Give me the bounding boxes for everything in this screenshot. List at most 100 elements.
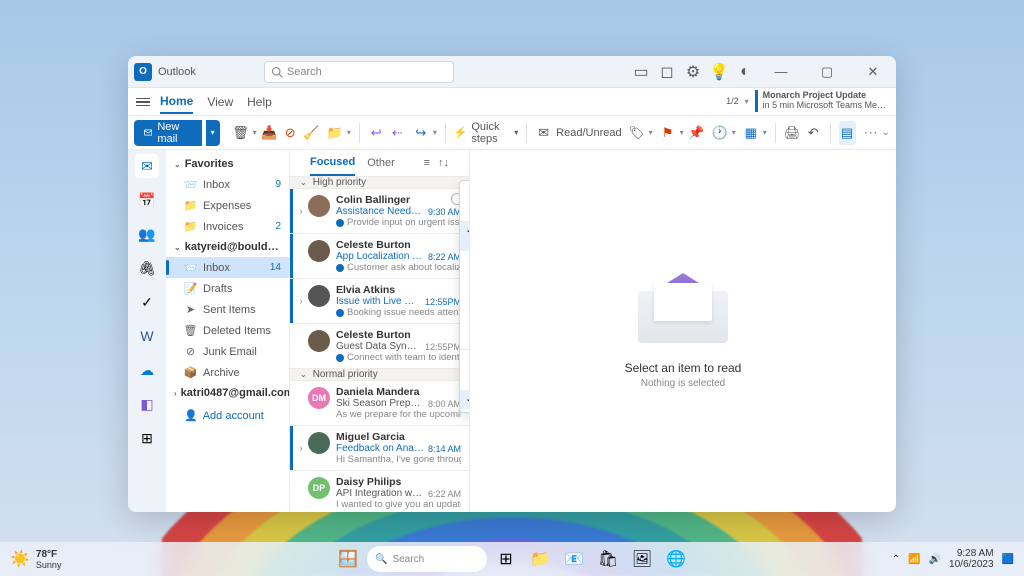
email-item[interactable]: Celeste BurtonGuest Data Sync Delay12:55… [290,324,469,369]
expand-chevron-icon[interactable]: › [296,284,306,318]
collapse-ribbon-icon[interactable]: ⌄ [882,127,890,138]
tab-focused[interactable]: Focused [310,150,355,176]
more-options-icon[interactable]: ⋯ [864,124,878,141]
pin-icon[interactable]: 📌 [688,121,705,145]
email-item[interactable]: DMDaniela ManderaSki Season Preparation8… [290,381,469,426]
hamburger-menu-icon[interactable] [136,96,150,108]
filter-icon[interactable]: ≡ [424,157,430,169]
forward-icon[interactable]: ↪ [410,121,432,145]
snooze-icon[interactable]: 🕐 [709,121,731,145]
taskbar-search[interactable]: 🔍 Search [367,546,487,572]
chevron-down-icon[interactable]: ▾ [763,128,767,137]
dropdown-item[interactable]: Importance [460,308,470,327]
nav-item-archive[interactable]: 📦Archive [166,362,289,383]
nav-item-drafts[interactable]: 📝Drafts [166,278,289,299]
sort-icon[interactable]: ↑↓ [438,157,449,169]
upcoming-event[interactable]: 1/2 ▾ Monarch Project Update in 5 min Mi… [726,90,886,112]
maximize-button[interactable]: ▢ [810,56,844,88]
tray-volume-icon[interactable]: 🔊 [929,554,941,565]
rail-word-icon[interactable]: W [135,324,159,348]
print-icon[interactable]: 🖨 [784,121,801,145]
dropdown-item[interactable]: Size [460,289,470,308]
section-normal-priority[interactable]: ⌄Normal priority [290,369,469,381]
archive-icon[interactable]: 📥 [261,121,278,145]
undo-icon[interactable]: ↶ [805,121,822,145]
chevron-down-icon[interactable]: ▾ [253,128,257,137]
nav-item-sent-items[interactable]: ➤Sent Items [166,299,289,320]
rail-mail-icon[interactable]: ✉ [135,154,159,178]
email-item[interactable]: DPDaisy PhilipsAPI Integration with Book… [290,471,469,512]
dropdown-item[interactable]: ✓Newest on top [460,390,470,409]
nav-item-inbox[interactable]: 📨Inbox14 [166,257,289,278]
quick-steps-button[interactable]: ⚡ Quick steps ▾ [454,121,519,145]
sweep-icon[interactable]: 🧹 [303,121,320,145]
email-item[interactable]: Celeste BurtonApp Localization for Europ… [290,234,469,279]
nav-item-invoices[interactable]: 📁Invoices2 [166,216,289,237]
reply-all-icon[interactable]: ⇠ [389,121,406,145]
email-item[interactable]: ›Elvia AtkinsIssue with Live Booking Sys… [290,279,469,324]
category-icon[interactable]: ▦ [740,121,762,145]
rail-more-apps-icon[interactable]: ◧ [135,392,159,416]
chevron-down-icon[interactable]: ▾ [745,97,749,106]
taskbar-edge-icon[interactable]: 🌐 [661,544,691,574]
nav-favorites-header[interactable]: ⌄Favorites [166,154,289,174]
section-high-priority[interactable]: ⌄High priority [290,177,469,189]
task-view-icon[interactable]: ⊞ [491,544,521,574]
chevron-down-icon[interactable]: ▾ [649,128,653,137]
chevron-down-icon[interactable]: ▾ [433,128,437,137]
copilot-tray-icon[interactable]: 🟦 [1002,554,1014,565]
nav-item-deleted-items[interactable]: 🗑Deleted Items [166,320,289,341]
read-unread-button[interactable]: Read/Unread [556,127,621,139]
tray-wifi-icon[interactable]: 📶 [908,554,920,565]
tab-help[interactable]: Help [247,91,272,113]
email-item[interactable]: ›Colin BallingerAssistance Needed with… … [290,189,469,234]
dropdown-item[interactable]: Date [460,202,470,221]
flag-icon[interactable]: ⚑ [657,121,679,145]
tab-home[interactable]: Home [160,90,193,114]
delete-icon[interactable]: 🗑 [230,121,252,145]
tag-icon[interactable]: 🏷 [626,121,648,145]
account-manager-icon[interactable]: ◐ [738,65,752,79]
taskbar-photos-icon[interactable]: 🖼 [627,544,657,574]
expand-chevron-icon[interactable]: › [296,194,306,228]
tray-chevron-icon[interactable]: ⌃ [892,554,900,565]
nav-account1-header[interactable]: ⌄katyreid@boulderinnova… [166,237,289,257]
dropdown-item[interactable]: From [460,251,470,270]
tab-other[interactable]: Other [367,151,395,175]
dropdown-item[interactable]: Oldest on top [460,371,470,390]
taskbar-outlook-icon[interactable]: 📧 [559,544,589,574]
taskbar-clock[interactable]: 9:28 AM 10/6/2023 [949,548,994,570]
rail-files-icon[interactable]: 🖇 [135,256,159,280]
dropdown-item[interactable]: ✓Priority by Copilot [460,221,470,251]
start-button[interactable]: 🪟 [333,544,363,574]
chevron-down-icon[interactable]: ▾ [732,128,736,137]
nav-account2-header[interactable]: ›katri0487@gmail.com [166,383,289,403]
expand-chevron-icon[interactable]: › [296,431,306,465]
view-layout-icon[interactable]: ▤ [839,121,856,145]
dropdown-item[interactable]: Category [460,270,470,289]
dropdown-item[interactable]: Subject [460,327,470,346]
mail-open-icon[interactable]: ✉ [535,121,552,145]
taskbar-weather[interactable]: ☀️ 78°F Sunny [10,549,61,570]
new-mail-dropdown[interactable]: ▾ [206,120,220,146]
rail-onedrive-icon[interactable]: ☁ [135,358,159,382]
meet-now-icon[interactable]: ▭ [634,65,648,79]
reply-icon[interactable]: ↩ [368,121,385,145]
notifications-icon[interactable]: ◻ [660,65,674,79]
search-box[interactable]: Search [264,61,454,83]
rail-calendar-icon[interactable]: 📅 [135,188,159,212]
add-account-button[interactable]: 👤Add account [166,403,289,428]
rail-people-icon[interactable]: 👥 [135,222,159,246]
nav-item-junk-email[interactable]: ⊘Junk Email [166,341,289,362]
nav-item-inbox[interactable]: 📨Inbox9 [166,174,289,195]
settings-gear-icon[interactable]: ⚙ [686,65,700,79]
chevron-down-icon[interactable]: ▾ [347,128,351,137]
tips-bulb-icon[interactable]: 💡 [712,65,726,79]
move-icon[interactable]: 📁 [324,121,346,145]
new-mail-button[interactable]: New mail [134,120,202,146]
taskbar-store-icon[interactable]: 🛍 [593,544,623,574]
tab-view[interactable]: View [207,91,233,113]
report-icon[interactable]: ⊘ [282,121,299,145]
taskbar-explorer-icon[interactable]: 📁 [525,544,555,574]
nav-item-expenses[interactable]: 📁Expenses [166,195,289,216]
